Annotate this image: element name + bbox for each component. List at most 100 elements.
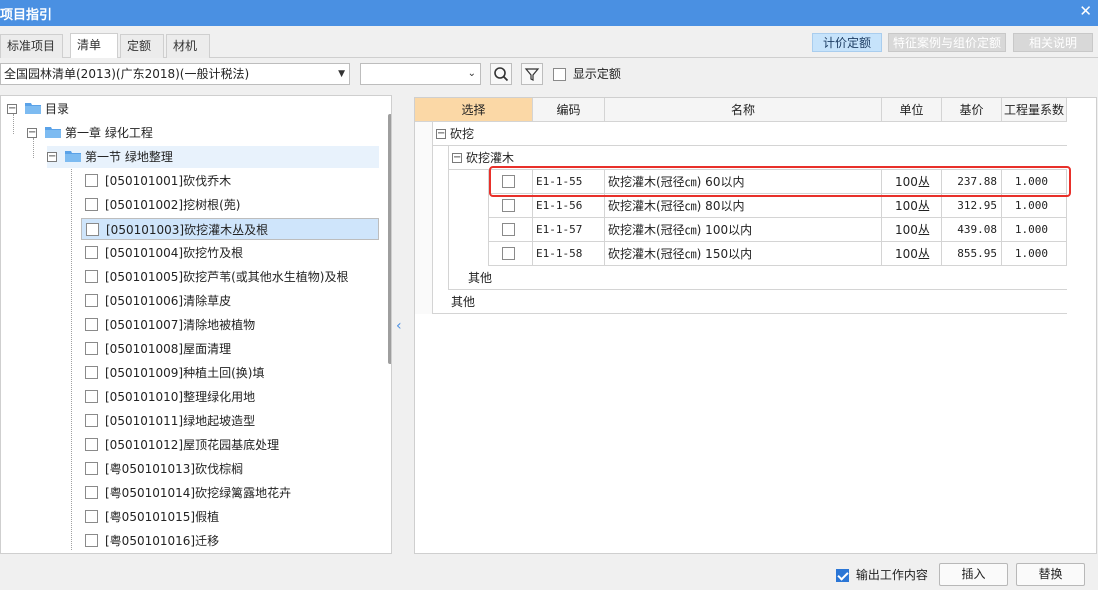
collapse-icon[interactable]: −	[436, 129, 446, 139]
row-unit: 100丛	[882, 218, 942, 242]
item-checkbox[interactable]	[85, 366, 98, 379]
tree-item[interactable]: [050101002]挖树根(蔸)	[81, 194, 379, 216]
row-select-checkbox[interactable]	[502, 175, 515, 188]
row-name: 砍挖灌木(冠径㎝) 60以内	[605, 170, 882, 194]
row-code: E1-1-56	[533, 194, 605, 218]
tab-bill[interactable]: 清单	[70, 33, 118, 58]
tree-item[interactable]: [050101005]砍挖芦苇(或其他水生植物)及根	[81, 266, 379, 288]
bottom-bar	[0, 558, 1098, 590]
replace-button[interactable]: 替换	[1016, 563, 1085, 586]
secondary-select[interactable]: ⌄	[360, 63, 481, 85]
related-notes-button[interactable]: 相关说明	[1013, 33, 1093, 52]
tree-root-label: 目录	[45, 102, 70, 116]
tree-chapter[interactable]: − 第一章 绿化工程	[27, 122, 377, 144]
output-work-checkbox[interactable]	[836, 569, 849, 582]
grid-gutter	[415, 122, 433, 314]
row-factor: 1.000	[1002, 242, 1067, 266]
item-checkbox[interactable]	[85, 510, 98, 523]
item-checkbox[interactable]	[85, 342, 98, 355]
row-price: 439.08	[942, 218, 1002, 242]
item-checkbox[interactable]	[85, 438, 98, 451]
item-checkbox[interactable]	[85, 390, 98, 403]
tree-item-label: [050101011]绿地起坡造型	[105, 414, 256, 428]
group-label: 砍挖	[450, 127, 475, 141]
tree-item-label: [粤050101013]砍伐棕榈	[105, 462, 244, 476]
collapse-icon[interactable]: −	[7, 104, 17, 114]
other-inner-row[interactable]: 其他	[449, 266, 1067, 290]
output-work-toggle[interactable]: 输出工作内容	[836, 567, 928, 583]
tab-materials[interactable]: 材机	[166, 34, 210, 58]
row-code: E1-1-57	[533, 218, 605, 242]
show-quota-label: 显示定额	[572, 67, 621, 81]
tree-item[interactable]: [050101008]屋面清理	[81, 338, 379, 360]
other-outer-row[interactable]: 其他	[433, 290, 1067, 314]
row-code: E1-1-55	[533, 170, 605, 194]
row-select-checkbox[interactable]	[502, 247, 515, 260]
tab-quota[interactable]: 定额	[120, 34, 164, 58]
item-checkbox[interactable]	[85, 318, 98, 331]
collapse-icon[interactable]: −	[47, 152, 57, 162]
tree-scrollbar[interactable]	[388, 114, 391, 364]
col-header-name[interactable]: 名称	[605, 98, 882, 122]
tree-item[interactable]: [粤050101013]砍伐棕榈	[81, 458, 379, 480]
tree-item[interactable]: [050101009]种植土回(换)填	[81, 362, 379, 384]
chevron-down-icon: ▼	[338, 69, 345, 79]
row-select-checkbox[interactable]	[502, 223, 515, 236]
tree-item[interactable]: [050101006]清除草皮	[81, 290, 379, 312]
row-unit: 100丛	[882, 242, 942, 266]
close-icon[interactable]: ✕	[1079, 2, 1092, 20]
tree-root[interactable]: − 目录	[7, 98, 377, 120]
tab-standard-items[interactable]: 标准项目	[0, 34, 63, 58]
tree-item-label: [050101006]清除草皮	[105, 294, 232, 308]
collapse-panel-icon[interactable]: ‹	[396, 318, 402, 334]
tree-item-label: [050101005]砍挖芦苇(或其他水生植物)及根	[105, 270, 349, 284]
col-header-factor[interactable]: 工程量系数	[1002, 98, 1067, 122]
item-checkbox[interactable]	[85, 270, 98, 283]
show-quota-toggle[interactable]: 显示定额	[553, 66, 621, 82]
row-factor: 1.000	[1002, 194, 1067, 218]
item-checkbox[interactable]	[85, 534, 98, 547]
tree-item[interactable]: [050101012]屋顶花园基底处理	[81, 434, 379, 456]
show-quota-checkbox[interactable]	[553, 68, 566, 81]
tree-section[interactable]: − 第一节 绿地整理	[47, 146, 379, 168]
subgroup-row[interactable]: − 砍挖灌木	[449, 146, 1067, 170]
tree-item[interactable]: [粤050101016]迁移	[81, 530, 379, 552]
tree-item-label: [050101009]种植土回(换)填	[105, 366, 265, 380]
tree-item[interactable]: [粤050101014]砍挖绿篱露地花卉	[81, 482, 379, 504]
tree-item-selected[interactable]: [050101003]砍挖灌木丛及根	[81, 218, 379, 240]
filter-button[interactable]	[521, 63, 543, 85]
item-checkbox[interactable]	[85, 486, 98, 499]
search-button[interactable]	[490, 63, 512, 85]
item-checkbox[interactable]	[85, 246, 98, 259]
insert-button[interactable]: 插入	[939, 563, 1008, 586]
group-row[interactable]: − 砍挖	[433, 122, 1067, 146]
pricing-quota-button[interactable]: 计价定额	[812, 33, 882, 52]
collapse-icon[interactable]: −	[452, 153, 462, 163]
collapse-icon[interactable]: −	[27, 128, 37, 138]
tree-item[interactable]: [050101010]整理绿化用地	[81, 386, 379, 408]
col-header-code[interactable]: 编码	[533, 98, 605, 122]
item-checkbox[interactable]	[86, 223, 99, 236]
col-header-unit[interactable]: 单位	[882, 98, 942, 122]
tree-item[interactable]: [050101007]清除地被植物	[81, 314, 379, 336]
tree-connector	[71, 162, 72, 550]
tree-item[interactable]: [050101011]绿地起坡造型	[81, 410, 379, 432]
row-select-checkbox[interactable]	[502, 199, 515, 212]
item-checkbox[interactable]	[85, 414, 98, 427]
item-checkbox[interactable]	[85, 462, 98, 475]
col-header-price[interactable]: 基价	[942, 98, 1002, 122]
col-header-select[interactable]: 选择	[415, 98, 533, 122]
quota-grid: 选择 编码 名称 单位 基价 工程量系数 − 砍挖 − 砍挖灌木 E1-1-55…	[414, 97, 1097, 554]
library-select[interactable]: 全国园林清单(2013)(广东2018)(一般计税法) ▼	[0, 63, 350, 85]
tree-item[interactable]: [050101004]砍挖竹及根	[81, 242, 379, 264]
tree-section-label: 第一节 绿地整理	[85, 150, 173, 164]
feature-cases-button[interactable]: 特征案例与组价定额	[888, 33, 1006, 52]
item-checkbox[interactable]	[85, 294, 98, 307]
row-factor: 1.000	[1002, 170, 1067, 194]
row-price: 312.95	[942, 194, 1002, 218]
tree-item-label: [050101012]屋顶花园基底处理	[105, 438, 280, 452]
tree-item[interactable]: [050101001]砍伐乔木	[81, 170, 379, 192]
item-checkbox[interactable]	[85, 198, 98, 211]
item-checkbox[interactable]	[85, 174, 98, 187]
tree-item[interactable]: [粤050101015]假植	[81, 506, 379, 528]
